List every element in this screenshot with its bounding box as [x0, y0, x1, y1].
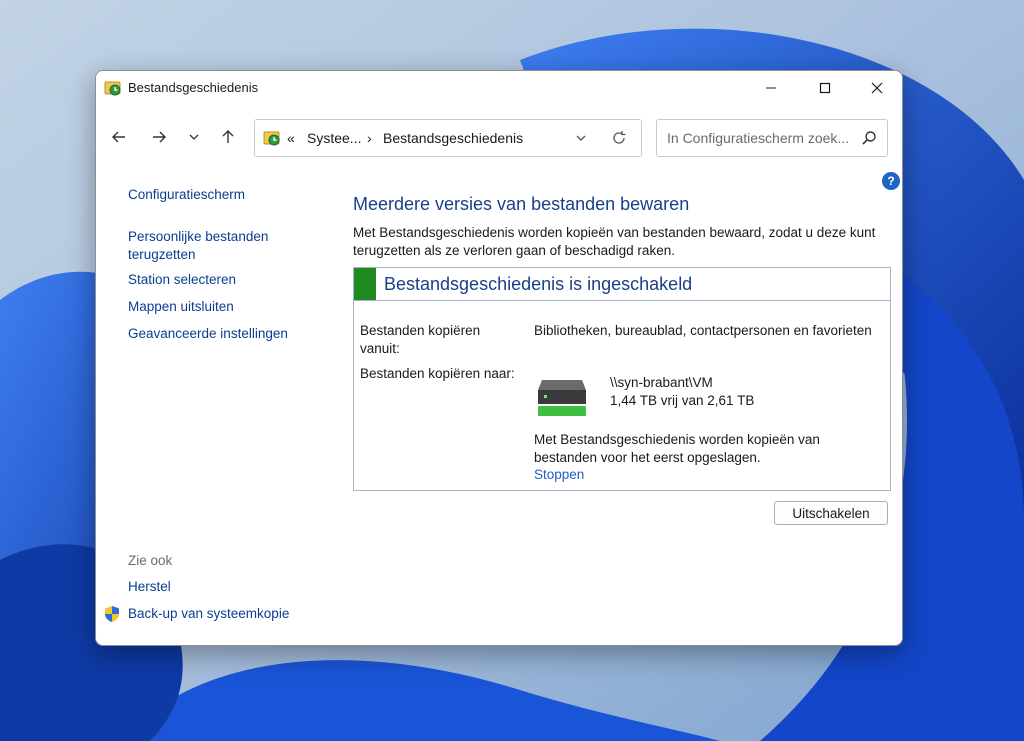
sidebar-item-restore-files[interactable]: Persoonlijke bestanden terugzetten: [128, 228, 298, 264]
search-placeholder: In Configuratiescherm zoek...: [667, 130, 850, 146]
copy-from-label: Bestanden kopiëren vanuit:: [360, 323, 481, 356]
sidebar-item-advanced-settings[interactable]: Geavanceerde instellingen: [128, 325, 288, 343]
network-drive-icon: [538, 380, 586, 416]
sidebar-item-control-panel-home[interactable]: Configuratiescherm: [128, 186, 245, 204]
help-icon[interactable]: ?: [882, 172, 900, 190]
chevron-down-icon: [189, 134, 199, 140]
breadcrumb-parent[interactable]: Systee...: [307, 130, 361, 146]
forward-button[interactable]: [145, 123, 173, 151]
status-title: Bestandsgeschiedenis is ingeschakeld: [384, 274, 693, 294]
see-also-label: Zie ook: [128, 553, 173, 568]
breadcrumb-separator[interactable]: ›: [367, 130, 372, 146]
drive-space: 1,44 TB vrij van 2,61 TB: [610, 393, 755, 408]
back-button[interactable]: [105, 123, 133, 151]
file-history-icon: [104, 81, 121, 96]
copy-from-value: Bibliotheken, bureaublad, contactpersone…: [534, 323, 872, 338]
intro-text: Met Bestandsgeschiedenis worden kopieën …: [353, 225, 876, 258]
breadcrumb-overflow[interactable]: «: [287, 130, 295, 146]
title-bar: Bestandsgeschiedenis: [96, 71, 902, 105]
file-history-icon: [263, 131, 280, 146]
maximize-icon: [819, 82, 831, 94]
sidebar-item-select-drive[interactable]: Station selecteren: [128, 271, 236, 289]
navigation-bar: « Systee... › Bestandsgeschiedenis In Co…: [96, 115, 902, 159]
breadcrumb-current[interactable]: Bestandsgeschiedenis: [383, 130, 523, 146]
sidebar-item-system-image-backup[interactable]: Back-up van systeemkopie: [128, 605, 289, 623]
up-button[interactable]: [214, 123, 242, 151]
arrow-right-icon: [153, 131, 166, 143]
status-header: Bestandsgeschiedenis is ingeschakeld: [354, 268, 890, 301]
disable-button[interactable]: Uitschakelen: [774, 501, 888, 525]
copy-to-label: Bestanden kopiëren naar:: [360, 366, 515, 381]
close-button[interactable]: [854, 71, 900, 105]
window-title: Bestandsgeschiedenis: [128, 80, 259, 95]
sidebar-item-recovery[interactable]: Herstel: [128, 578, 171, 596]
maximize-button[interactable]: [802, 71, 848, 105]
page-title: Meerdere versies van bestanden bewaren: [353, 194, 690, 214]
chevron-down-icon[interactable]: [575, 132, 587, 144]
minimize-icon: [766, 87, 776, 89]
search-icon[interactable]: [861, 130, 877, 146]
stop-link[interactable]: Stoppen: [534, 467, 584, 482]
uac-shield-icon: [105, 606, 119, 622]
status-indicator: [354, 268, 376, 300]
status-panel: Bestandsgeschiedenis is ingeschakeld Bes…: [353, 267, 891, 491]
minimize-button[interactable]: [748, 71, 794, 105]
close-icon: [871, 82, 883, 94]
refresh-icon[interactable]: [611, 130, 627, 146]
arrow-left-icon: [112, 131, 125, 143]
file-history-window: Bestandsgeschiedenis « Systee... › Besta…: [95, 70, 903, 646]
help-glyph: ?: [887, 174, 895, 188]
recent-locations-button[interactable]: [180, 123, 208, 151]
arrow-up-icon: [222, 130, 234, 143]
search-input[interactable]: In Configuratiescherm zoek...: [656, 119, 888, 157]
address-bar[interactable]: « Systee... › Bestandsgeschiedenis: [254, 119, 642, 157]
status-note: Met Bestandsgeschiedenis worden kopieën …: [534, 432, 820, 465]
drive-path: \\syn-brabant\VM: [610, 375, 713, 390]
sidebar-item-exclude-folders[interactable]: Mappen uitsluiten: [128, 298, 234, 316]
